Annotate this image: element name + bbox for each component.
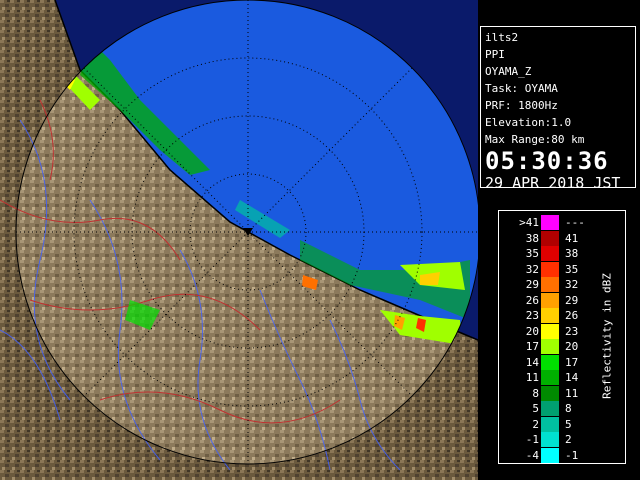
legend-low-value: 5 (532, 402, 539, 415)
legend-low-value: 14 (525, 355, 539, 369)
legend-row: 26 29 (499, 292, 625, 308)
legend-low-value: 23 (525, 309, 539, 322)
legend-color-swatch (541, 385, 559, 401)
legend-high-value: 17 (565, 355, 579, 369)
prf-value: PRF: 1800Hz (485, 99, 558, 112)
legend-low-value: 8 (532, 386, 539, 400)
legend-high-value: 38 (565, 247, 579, 260)
legend-row: 17 20 (499, 339, 625, 354)
legend-color-swatch (541, 323, 559, 339)
legend-row: 8 11 (499, 385, 625, 401)
legend-color-swatch (541, 292, 559, 308)
legend-row: 11 14 (499, 370, 625, 385)
legend-low-value: 26 (525, 293, 539, 307)
legend-low-value: 17 (525, 340, 539, 353)
product-name: OYAMA_Z (485, 65, 532, 78)
legend-row: 38 41 (499, 230, 625, 246)
legend-color-swatch (541, 215, 559, 230)
legend-row: -4 -1 (499, 447, 625, 463)
legend-color-swatch (541, 447, 559, 463)
legend-color-swatch (541, 308, 559, 323)
legend-high-value: 32 (565, 278, 579, 291)
legend-color-swatch (541, 339, 559, 354)
site-name: ilts2 (485, 31, 519, 44)
legend-color-swatch (541, 370, 559, 385)
legend-row: 32 35 (499, 261, 625, 277)
legend-high-value: 5 (565, 417, 572, 431)
legend-low-value: 38 (525, 231, 539, 245)
legend-row: 20 23 (499, 323, 625, 339)
legend-high-value: 26 (565, 309, 579, 322)
legend-high-value: 35 (565, 262, 579, 276)
legend-high-value: 41 (565, 231, 579, 245)
product-type: PPI (485, 48, 505, 61)
legend-color-swatch (541, 401, 559, 416)
legend-low-value: 11 (525, 371, 539, 384)
legend-high-value: 11 (565, 386, 579, 400)
legend-low-value: 32 (525, 262, 539, 276)
radar-info-panel: ilts2 PPI OYAMA_Z Task: OYAMA PRF: 1800H… (480, 26, 636, 192)
legend-low-value: -1 (525, 433, 539, 446)
legend-row: >41 --- (499, 215, 625, 230)
legend-row: 25 (499, 416, 625, 432)
legend-color-swatch (541, 354, 559, 370)
legend-color-swatch (541, 416, 559, 432)
legend-high-value: 23 (565, 324, 579, 338)
legend-high-value: 8 (565, 402, 572, 415)
legend-row: 58 (499, 401, 625, 416)
legend-row: 35 38 (499, 246, 625, 261)
legend-low-value: -4 (525, 448, 539, 462)
legend-color-swatch (541, 246, 559, 261)
legend-high-value: --- (565, 216, 585, 229)
legend-low-value: >41 (519, 216, 539, 229)
radar-ppi-map (0, 0, 478, 480)
legend-row: 14 17 (499, 354, 625, 370)
legend-row: 29 32 (499, 277, 625, 292)
legend-low-value: 2 (532, 417, 539, 431)
scan-time: 05:30:36 (485, 147, 609, 175)
scan-date: 29 APR 2018 JST (485, 174, 621, 192)
legend-high-value: 2 (565, 433, 572, 446)
elevation-value: Elevation:1.0 (485, 116, 572, 129)
legend-row: 23 26 (499, 308, 625, 323)
task-name: Task: OYAMA (485, 82, 558, 95)
legend-high-value: 29 (565, 293, 579, 307)
legend-low-value: 29 (525, 278, 539, 291)
legend-color-swatch (541, 261, 559, 277)
legend-low-value: 35 (525, 247, 539, 260)
legend-color-swatch (541, 432, 559, 447)
legend-color-swatch (541, 230, 559, 246)
legend-row: -1 2 (499, 432, 625, 447)
legend-high-value: -1 (565, 448, 579, 462)
legend-low-value: 20 (525, 324, 539, 338)
max-range-value: Max Range:80 km (485, 133, 585, 146)
legend-high-value: 20 (565, 340, 579, 353)
reflectivity-legend: Reflectivity in dBZ >41 --- 38 41 35 38 32 35 29… (498, 210, 626, 464)
legend-high-value: 14 (565, 371, 579, 384)
legend-color-swatch (541, 277, 559, 292)
